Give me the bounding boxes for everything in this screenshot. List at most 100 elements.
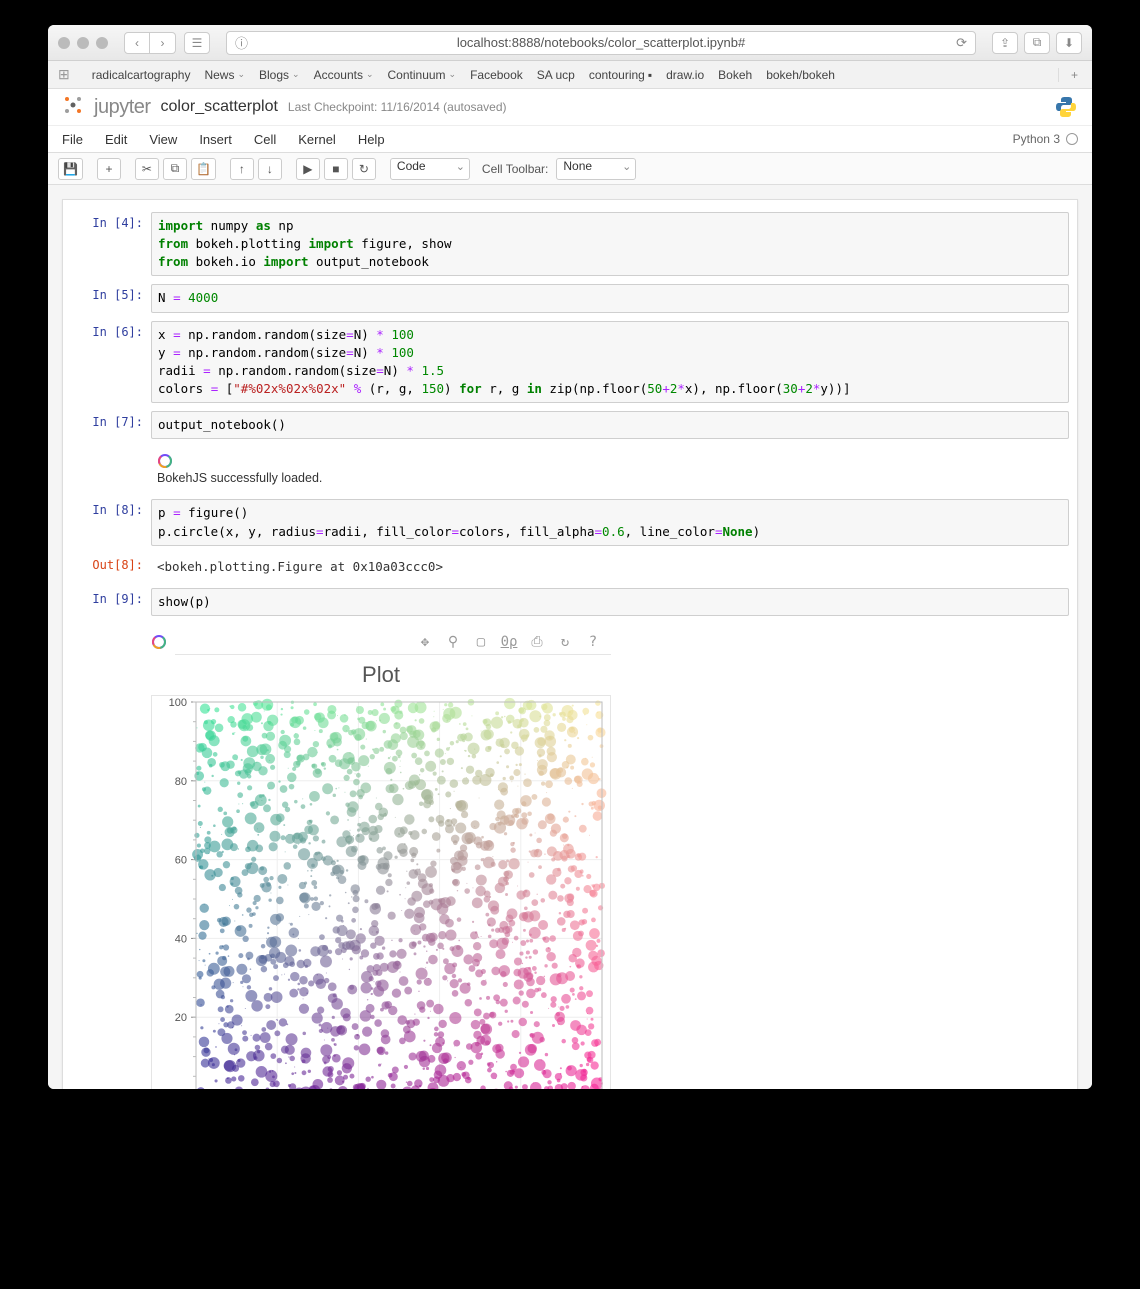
output-text: BokehJS successfully loaded.: [151, 447, 1069, 491]
output-cell: ✥ ⚲ ▢ 0ρ ⎙ ↻ ? Plot 02040608010002040: [63, 620, 1077, 1089]
nav-buttons: ‹ ›: [124, 32, 176, 54]
toolbar-icons: ⇪ ⧉ ⬇: [992, 32, 1082, 54]
traffic-lights: [58, 37, 108, 49]
stop-button[interactable]: ■: [324, 158, 348, 180]
bookmark-item[interactable]: Facebook: [470, 68, 523, 82]
save-button[interactable]: 💾: [58, 158, 83, 180]
bookmarks-bar: ⊞ radicalcartography News⌄ Blogs⌄ Accoun…: [48, 61, 1092, 89]
output-cell: Out[8]: <bokeh.plotting.Figure at 0x10a0…: [63, 550, 1077, 584]
jupyter-wordmark: jupyter: [94, 96, 151, 119]
share-icon[interactable]: ⇪: [992, 32, 1018, 54]
bookmark-item[interactable]: News⌄: [204, 68, 245, 82]
copy-button[interactable]: ⧉: [163, 158, 187, 180]
code-cell[interactable]: In [5]: N = 4000: [63, 280, 1077, 316]
in-prompt: In [4]:: [71, 212, 151, 276]
apps-icon[interactable]: ⊞: [58, 66, 70, 83]
checkpoint-text: Last Checkpoint: 11/16/2014 (autosaved): [288, 100, 507, 114]
boxzoom-tool-icon[interactable]: ▢: [471, 632, 491, 652]
bookmark-item[interactable]: SA ucp: [537, 68, 575, 82]
svg-text:80: 80: [175, 776, 187, 788]
bookmark-item[interactable]: draw.io: [666, 68, 704, 82]
url-field[interactable]: ⓘ localhost:8888/notebooks/color_scatter…: [226, 31, 976, 55]
code-cell[interactable]: In [9]: show(p): [63, 584, 1077, 620]
sidebar-button[interactable]: ☰: [184, 32, 210, 54]
in-prompt: In [9]:: [71, 588, 151, 616]
code-input[interactable]: import numpy as np from bokeh.plotting i…: [151, 212, 1069, 276]
bookmark-item[interactable]: bokeh/bokeh: [766, 68, 835, 82]
in-prompt: In [8]:: [71, 499, 151, 545]
wheelzoom-tool-icon[interactable]: 0ρ: [499, 632, 519, 652]
celltype-select[interactable]: Code: [390, 158, 470, 180]
downloads-icon[interactable]: ⬇: [1056, 32, 1082, 54]
info-icon: ⓘ: [235, 33, 248, 52]
notebook-content: In [4]: import numpy as np from bokeh.pl…: [48, 185, 1092, 1089]
celltoolbar-select[interactable]: None: [556, 158, 636, 180]
minimize-icon[interactable]: [77, 37, 89, 49]
jupyter-logo: [62, 94, 84, 121]
code-cell[interactable]: In [6]: x = np.random.random(size=N) * 1…: [63, 317, 1077, 408]
svg-text:20: 20: [175, 1012, 187, 1024]
menu-view[interactable]: View: [149, 132, 177, 147]
new-tab-button[interactable]: +: [1058, 68, 1082, 82]
back-button[interactable]: ‹: [124, 32, 150, 54]
bookmark-item[interactable]: contouring ▪: [589, 68, 652, 82]
plot-title: Plot: [151, 655, 611, 695]
tabs-icon[interactable]: ⧉: [1024, 32, 1050, 54]
bookmark-item[interactable]: Bokeh: [718, 68, 752, 82]
close-icon[interactable]: [58, 37, 70, 49]
menu-kernel[interactable]: Kernel: [298, 132, 336, 147]
in-prompt: In [5]:: [71, 284, 151, 312]
bookmark-item[interactable]: radicalcartography: [92, 68, 191, 82]
python-logo-icon: [1054, 95, 1078, 119]
code-cell[interactable]: In [7]: output_notebook(): [63, 407, 1077, 443]
output-cell: BokehJS successfully loaded.: [63, 443, 1077, 495]
cut-button[interactable]: ✂: [135, 158, 159, 180]
menu-file[interactable]: File: [62, 132, 83, 147]
save-tool-icon[interactable]: ⎙: [527, 632, 547, 652]
move-down-button[interactable]: ↓: [258, 158, 282, 180]
code-cell[interactable]: In [4]: import numpy as np from bokeh.pl…: [63, 208, 1077, 280]
bokeh-plot: ✥ ⚲ ▢ 0ρ ⎙ ↻ ? Plot 02040608010002040: [151, 630, 1069, 1089]
reset-tool-icon[interactable]: ↻: [555, 632, 575, 652]
help-tool-icon[interactable]: ?: [583, 632, 603, 652]
bookmark-item[interactable]: Blogs⌄: [259, 68, 300, 82]
menu-help[interactable]: Help: [358, 132, 385, 147]
svg-text:60: 60: [175, 854, 187, 866]
zoom-tool-icon[interactable]: ⚲: [443, 632, 463, 652]
menu-insert[interactable]: Insert: [199, 132, 232, 147]
code-input[interactable]: p = figure() p.circle(x, y, radius=radii…: [151, 499, 1069, 545]
paste-button[interactable]: 📋: [191, 158, 216, 180]
pan-tool-icon[interactable]: ✥: [415, 632, 435, 652]
restart-button[interactable]: ↻: [352, 158, 376, 180]
toolbar: 💾 + ✂ ⧉ 📋 ↑ ↓ ▶ ■ ↻ Code Cell Toolbar: N…: [48, 153, 1092, 185]
move-up-button[interactable]: ↑: [230, 158, 254, 180]
reload-icon[interactable]: ⟳: [956, 35, 967, 51]
insert-cell-button[interactable]: +: [97, 158, 121, 180]
code-input[interactable]: N = 4000: [151, 284, 1069, 312]
kernel-status-icon: [1066, 133, 1078, 145]
celltoolbar-label: Cell Toolbar:: [482, 162, 548, 176]
menu-edit[interactable]: Edit: [105, 132, 127, 147]
bokeh-logo-icon: [151, 634, 167, 650]
code-cell[interactable]: In [8]: p = figure() p.circle(x, y, radi…: [63, 495, 1077, 549]
output-text: <bokeh.plotting.Figure at 0x10a03ccc0>: [151, 554, 1069, 580]
notebook-name[interactable]: color_scatterplot: [161, 98, 278, 116]
menu-cell[interactable]: Cell: [254, 132, 276, 147]
code-input[interactable]: x = np.random.random(size=N) * 100 y = n…: [151, 321, 1069, 404]
code-input[interactable]: output_notebook(): [151, 411, 1069, 439]
run-button[interactable]: ▶: [296, 158, 320, 180]
zoom-icon[interactable]: [96, 37, 108, 49]
in-prompt: In [7]:: [71, 411, 151, 439]
out-prompt: Out[8]:: [71, 554, 151, 580]
code-input[interactable]: show(p): [151, 588, 1069, 616]
in-prompt: In [6]:: [71, 321, 151, 404]
svg-text:40: 40: [175, 933, 187, 945]
browser-window: ‹ › ☰ ⓘ localhost:8888/notebooks/color_s…: [48, 25, 1092, 1089]
plot-area[interactable]: 020406080100020406080100: [151, 695, 611, 1089]
menubar: File Edit View Insert Cell Kernel Help P…: [48, 125, 1092, 153]
bookmark-item[interactable]: Accounts⌄: [314, 68, 374, 82]
plot-toolbar: ✥ ⚲ ▢ 0ρ ⎙ ↻ ?: [175, 630, 611, 655]
titlebar: ‹ › ☰ ⓘ localhost:8888/notebooks/color_s…: [48, 25, 1092, 61]
bookmark-item[interactable]: Continuum⌄: [388, 68, 457, 82]
forward-button[interactable]: ›: [150, 32, 176, 54]
